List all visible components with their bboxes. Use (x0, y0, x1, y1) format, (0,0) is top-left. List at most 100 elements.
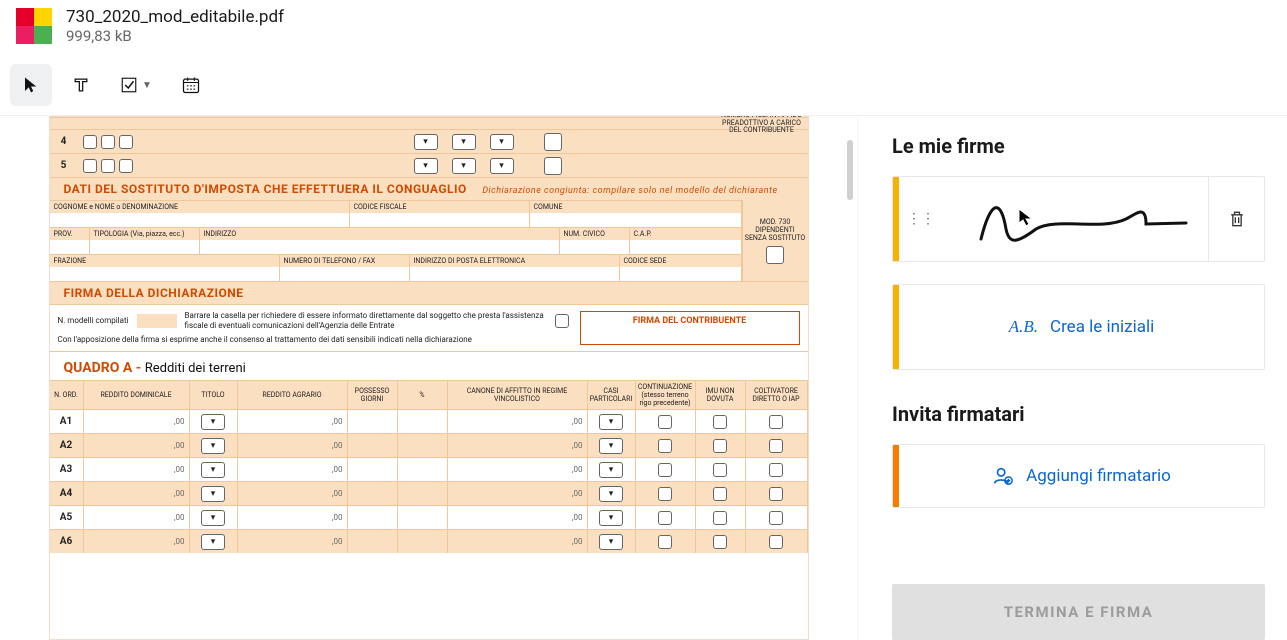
numeric-input[interactable]: ,00 (448, 482, 588, 505)
text-input[interactable] (530, 213, 742, 227)
text-input[interactable] (280, 267, 410, 281)
text-input[interactable] (410, 267, 620, 281)
numeric-input[interactable] (398, 506, 448, 529)
dropdown-input[interactable]: ▾ (452, 134, 476, 150)
checkbox-input[interactable] (636, 410, 696, 433)
checkbox-input[interactable] (636, 482, 696, 505)
dropdown-input[interactable]: ▾ (490, 134, 514, 150)
text-input[interactable] (620, 267, 742, 281)
numeric-input[interactable]: ,00 (238, 482, 348, 505)
numeric-input[interactable]: ,00 (84, 506, 190, 529)
checkbox-input[interactable] (544, 157, 562, 175)
checkbox-input[interactable] (746, 434, 808, 457)
add-signer-card[interactable]: Aggiungi firmatario (892, 444, 1265, 508)
numeric-input[interactable]: ,00 (238, 506, 348, 529)
text-tool-button[interactable] (60, 64, 102, 106)
dropdown-input[interactable]: ▾ (414, 158, 438, 174)
dropdown-input[interactable]: ▾ (588, 410, 636, 433)
numeric-input[interactable]: ,00 (84, 434, 190, 457)
text-input[interactable] (560, 240, 630, 254)
numeric-input[interactable]: ,00 (84, 458, 190, 481)
signature-field[interactable]: FIRMA DEL CONTRIBUENTE (580, 311, 800, 345)
numeric-input[interactable]: ,00 (448, 410, 588, 433)
checkbox-input[interactable] (119, 135, 133, 149)
numeric-input[interactable] (348, 434, 398, 457)
dropdown-input[interactable]: ▾ (588, 458, 636, 481)
numeric-input[interactable]: ,00 (84, 482, 190, 505)
dropdown-input[interactable]: ▾ (588, 530, 636, 553)
checkbox-input[interactable] (696, 410, 746, 433)
checkbox-input[interactable] (696, 506, 746, 529)
checkbox-input[interactable] (83, 135, 97, 149)
text-input[interactable] (50, 213, 350, 227)
numeric-input[interactable]: ,00 (238, 434, 348, 457)
numeric-input[interactable]: ,00 (84, 410, 190, 433)
numeric-input[interactable]: ,00 (448, 530, 588, 553)
document-viewport[interactable]: NUMERO FIGLI IN AFFIDO PREADOTTIVO A CAR… (0, 116, 857, 640)
checkbox-input[interactable] (101, 135, 115, 149)
checkbox-input[interactable] (696, 530, 746, 553)
dropdown-input[interactable]: ▾ (452, 158, 476, 174)
dropdown-input[interactable]: ▾ (190, 458, 238, 481)
dropdown-input[interactable]: ▾ (190, 530, 238, 553)
checkbox-input[interactable] (636, 506, 696, 529)
cursor-tool-button[interactable] (10, 64, 52, 106)
dropdown-input[interactable]: ▾ (588, 482, 636, 505)
numeric-input[interactable]: ,00 (448, 434, 588, 457)
numeric-input[interactable]: ,00 (238, 458, 348, 481)
checkbox-tool-button[interactable]: ▼ (110, 64, 162, 106)
checkbox-input[interactable] (696, 482, 746, 505)
numeric-input[interactable]: ,00 (238, 410, 348, 433)
text-input[interactable] (137, 314, 177, 328)
checkbox-input[interactable] (766, 246, 784, 264)
drag-handle-icon[interactable]: ⋮⋮ (899, 211, 943, 227)
numeric-input[interactable] (398, 410, 448, 433)
checkbox-input[interactable] (746, 482, 808, 505)
checkbox-input[interactable] (746, 506, 808, 529)
checkbox-input[interactable] (696, 458, 746, 481)
text-input[interactable] (200, 240, 560, 254)
dropdown-input[interactable]: ▾ (588, 506, 636, 529)
numeric-input[interactable] (398, 482, 448, 505)
delete-signature-button[interactable] (1208, 177, 1264, 261)
dropdown-input[interactable]: ▾ (190, 434, 238, 457)
numeric-input[interactable]: ,00 (84, 530, 190, 553)
signature-preview[interactable] (943, 177, 1208, 261)
dropdown-input[interactable]: ▾ (190, 410, 238, 433)
checkbox-input[interactable] (746, 410, 808, 433)
dropdown-input[interactable]: ▾ (490, 158, 514, 174)
numeric-input[interactable]: ,00 (448, 506, 588, 529)
dropdown-input[interactable]: ▾ (190, 482, 238, 505)
numeric-input[interactable] (348, 410, 398, 433)
checkbox-input[interactable] (636, 434, 696, 457)
signature-card[interactable]: ⋮⋮ (892, 176, 1265, 262)
numeric-input[interactable] (348, 458, 398, 481)
text-input[interactable] (90, 240, 200, 254)
dropdown-input[interactable]: ▾ (190, 506, 238, 529)
dropdown-input[interactable]: ▾ (588, 434, 636, 457)
numeric-input[interactable] (348, 482, 398, 505)
checkbox-input[interactable] (101, 159, 115, 173)
checkbox-input[interactable] (746, 530, 808, 553)
checkbox-input[interactable] (636, 458, 696, 481)
checkbox-input[interactable] (696, 434, 746, 457)
text-input[interactable] (630, 240, 742, 254)
text-input[interactable] (50, 267, 280, 281)
text-input[interactable] (50, 240, 90, 254)
numeric-input[interactable] (348, 506, 398, 529)
checkbox-input[interactable] (555, 314, 569, 328)
numeric-input[interactable] (398, 530, 448, 553)
checkbox-input[interactable] (119, 159, 133, 173)
date-tool-button[interactable] (170, 64, 212, 106)
text-input[interactable] (350, 213, 530, 227)
create-initials-card[interactable]: A.B. Crea le iniziali (892, 284, 1265, 370)
checkbox-input[interactable] (636, 530, 696, 553)
finish-and-sign-button[interactable]: TERMINA E FIRMA (892, 584, 1265, 640)
numeric-input[interactable]: ,00 (448, 458, 588, 481)
numeric-input[interactable] (398, 458, 448, 481)
dropdown-input[interactable]: ▾ (414, 134, 438, 150)
checkbox-input[interactable] (544, 133, 562, 151)
scrollbar-thumb[interactable] (847, 140, 853, 200)
checkbox-input[interactable] (746, 458, 808, 481)
numeric-input[interactable] (398, 434, 448, 457)
